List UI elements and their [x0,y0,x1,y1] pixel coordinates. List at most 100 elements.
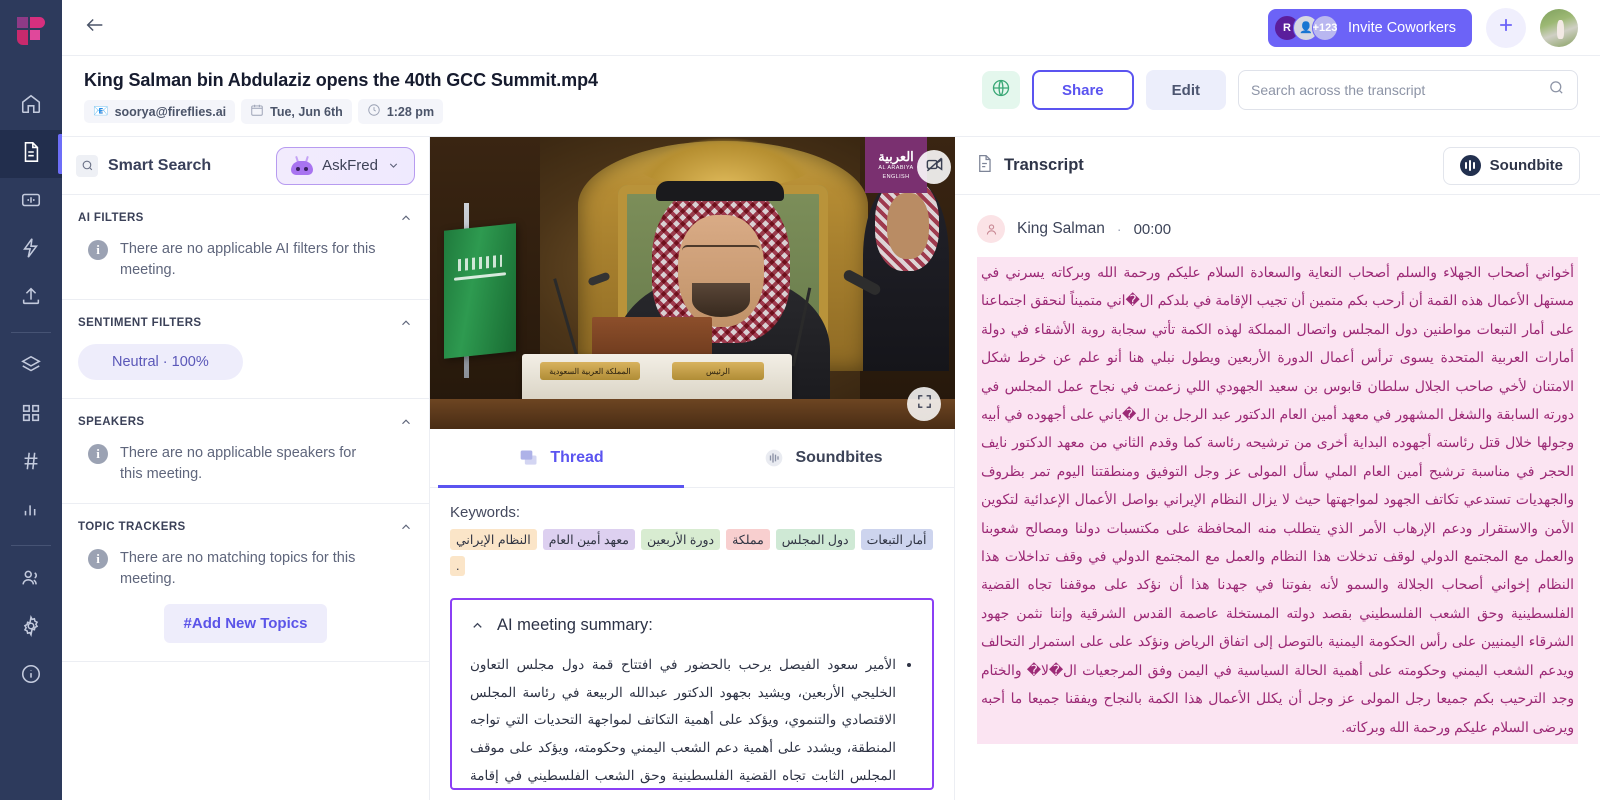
info-icon: i [88,444,108,465]
content-body: Smart Search AskFred AI FILTERS i There … [62,137,1600,800]
search-icon [76,154,98,177]
section-title: AI FILTERS [78,212,144,224]
chevron-up-icon[interactable] [470,618,485,633]
home-icon [20,93,42,120]
invite-coworkers-button[interactable]: R 👤 +123 Invite Coworkers [1268,8,1472,47]
transcript-speaker-row: King Salman · 00:00 [977,215,1578,243]
back-button[interactable] [84,14,106,41]
ai-summary-header: AI meeting summary: [470,616,914,635]
empty-state: i There are no applicable AI filters for… [78,239,413,281]
sentiment-pill-neutral[interactable]: Neutral · 100% [78,344,243,381]
rail-item-notes[interactable] [0,130,62,178]
fullscreen-icon [916,393,933,415]
camera-off-button[interactable] [917,150,951,184]
rail-item-topics[interactable] [0,439,62,487]
filters-panel-header: Smart Search AskFred [62,137,429,195]
video-speaker-beard [692,283,750,317]
chevron-up-icon[interactable] [399,316,413,330]
video-player[interactable]: المملكة العربية السعودية الرئيس العربية … [430,137,955,429]
video-saudi-flag [444,223,516,359]
share-button[interactable]: Share [1031,70,1134,110]
transcript-text[interactable]: أخواني أصحاب الجهلاء والسلم أصحاب النعاي… [977,257,1578,744]
tab-thread[interactable]: Thread [430,429,692,488]
tab-soundbites[interactable]: Soundbites [692,429,954,487]
transcript-body[interactable]: King Salman · 00:00 أخواني أصحاب الجهلاء… [955,195,1600,800]
edit-button[interactable]: Edit [1145,70,1226,110]
main-region: R 👤 +123 Invite Coworkers King Salman bi… [62,0,1600,800]
search-icon[interactable] [1548,79,1565,101]
document-icon [975,154,994,178]
transcript-timestamp[interactable]: 00:00 [1134,221,1172,238]
rail-divider-1 [11,332,51,333]
language-button[interactable] [981,71,1020,109]
ai-summary-title: AI meeting summary: [497,616,653,634]
rail-item-settings[interactable] [0,604,62,652]
rail-item-help[interactable] [0,652,62,700]
chevron-up-icon[interactable] [399,211,413,225]
rail-divider-2 [11,545,51,546]
section-header: AI FILTERS [78,211,413,225]
keyword-chip[interactable]: أمار التبعات [860,529,933,550]
rail-item-analytics[interactable] [0,487,62,535]
tab-thread-label: Thread [550,449,604,466]
empty-message: There are no matching topics for this me… [120,550,356,588]
keywords-list: النظام الإيراني معهد أمين العام دورة الأ… [450,529,934,576]
section-title: TOPIC TRACKERS [78,521,186,534]
video-desk [430,399,955,429]
add-new-topics-button[interactable]: #Add New Topics [163,604,328,644]
keyword-chip[interactable]: معهد أمين العام [542,529,635,550]
info-icon [20,663,42,690]
user-avatar[interactable] [1540,8,1578,47]
left-nav-rail [0,0,62,800]
transcript-title: Transcript [1004,156,1084,174]
keyword-chip[interactable]: النظام الإيراني [450,529,537,550]
soundbite-label: Soundbite [1489,157,1563,174]
meeting-owner-email: soorya@fireflies.ai [114,104,227,119]
watermark-english-line2: ENGLISH [882,173,910,180]
envelope-icon: 📧 [93,104,109,118]
smart-search-label: Smart Search [108,156,212,174]
grid-icon [20,402,42,429]
transcript-speaker-name[interactable]: King Salman [1017,220,1105,238]
rail-item-team[interactable] [0,556,62,604]
transcript-search[interactable] [1238,70,1578,110]
center-tabs: Thread Soundbites [430,429,954,488]
fullscreen-button[interactable] [907,387,941,421]
keyword-chip[interactable]: مملكة [726,529,770,550]
person-icon [977,215,1005,243]
add-button[interactable] [1486,7,1526,48]
empty-state: i There are no matching topics for this … [78,548,413,590]
askfred-bot-icon [291,155,314,175]
watermark-arabic: العربية [878,148,914,164]
transcript-separator: · [1116,221,1122,237]
chevron-up-icon[interactable] [399,415,413,429]
video-nameplate-role: الرئيس [672,362,764,380]
meeting-date: Tue, Jun 6th [270,104,343,119]
section-title: SENTIMENT FILTERS [78,317,202,330]
search-input[interactable] [1251,82,1540,98]
rail-item-channels[interactable] [0,343,62,391]
empty-state: i There are no applicable speakers for t… [78,443,413,485]
keyword-chip[interactable]: دول المجلس [775,529,855,550]
rail-item-upload[interactable] [0,274,62,322]
app-root: R 👤 +123 Invite Coworkers King Salman bi… [0,0,1600,800]
chevron-up-icon[interactable] [399,520,413,534]
askfred-button[interactable]: AskFred [276,146,415,185]
transcript-panel: Transcript Soundbite King Salman · 00:00… [955,137,1600,800]
rail-item-apps[interactable] [0,391,62,439]
top-bar-actions: R 👤 +123 Invite Coworkers [1268,7,1578,48]
keyword-chip[interactable]: دورة الأربعين [641,529,721,550]
fireflies-logo[interactable] [0,0,62,62]
chart-icon [20,498,42,525]
lightning-icon [20,237,42,264]
rail-item-soundbites[interactable] [0,178,62,226]
rail-item-home[interactable] [0,82,62,130]
info-icon: i [88,549,108,570]
keyword-chip[interactable]: . [450,556,466,576]
plus-icon [1496,15,1516,40]
rail-item-automation[interactable] [0,226,62,274]
soundbite-button[interactable]: Soundbite [1442,146,1580,185]
top-bar: R 👤 +123 Invite Coworkers [62,0,1600,56]
ai-summary-list: الأمير سعود الفيصل يرحب بالحضور في افتتا… [470,651,914,788]
meeting-time: 1:28 pm [386,104,435,119]
